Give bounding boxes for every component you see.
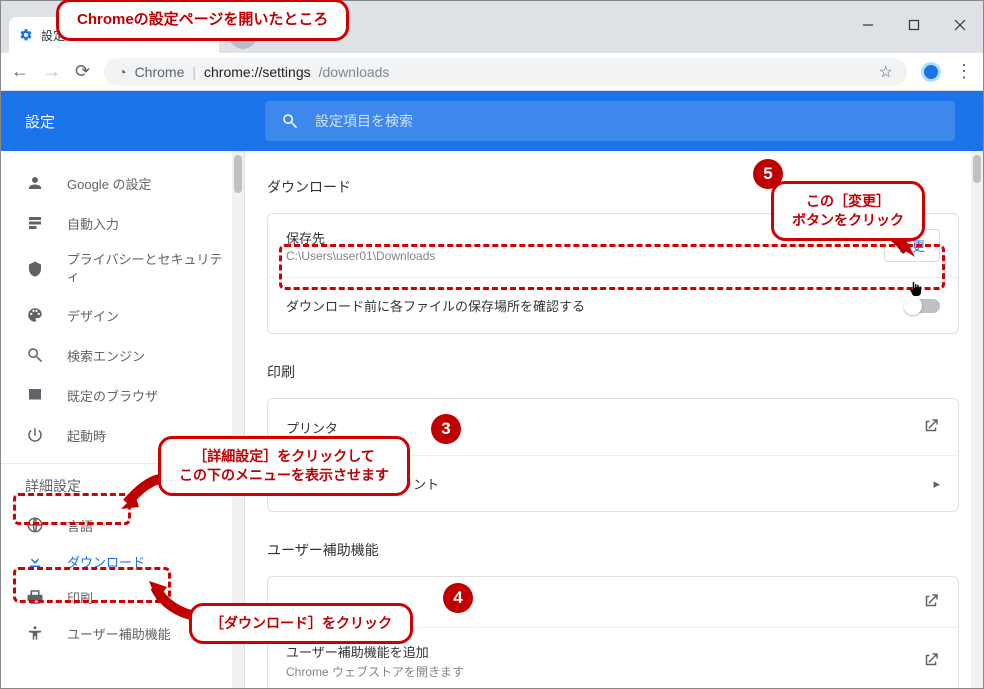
annotation-badge-3: 3	[431, 414, 461, 444]
search-placeholder: 設定項目を検索	[315, 111, 413, 131]
address-bar: ← → ⟳ ◔ Chrome | chrome://settings/downl…	[1, 53, 983, 91]
download-ask-label: ダウンロード前に各ファイルの保存場所を確認する	[286, 296, 585, 315]
nav-reload-button[interactable]: ⟳	[75, 61, 90, 82]
form-icon	[25, 213, 45, 233]
window-close-button[interactable]	[937, 9, 983, 41]
cursor-hand-icon	[906, 279, 924, 304]
a11y-section-title: ユーザー補助機能	[267, 540, 959, 560]
browser-icon	[25, 385, 45, 405]
window-minimize-button[interactable]	[845, 9, 891, 41]
settings-header: 設定 設定項目を検索	[1, 91, 983, 151]
chevron-right-icon: ▸	[933, 476, 940, 492]
sidebar-item-autofill[interactable]: 自動入力	[1, 203, 233, 243]
external-link-icon	[922, 651, 940, 672]
site-info-icon[interactable]: ◔	[118, 64, 126, 80]
browser-menu-button[interactable]: ⋮	[955, 61, 973, 82]
power-icon	[25, 425, 45, 445]
download-ask-row: ダウンロード前に各ファイルの保存場所を確認する	[268, 277, 958, 333]
accessibility-icon	[25, 623, 45, 643]
sidebar-item-google[interactable]: Google の設定	[1, 163, 233, 203]
globe-icon	[25, 515, 45, 535]
nav-back-button[interactable]: ←	[11, 61, 29, 82]
window-maximize-button[interactable]	[891, 9, 937, 41]
sidebar-item-downloads[interactable]: ダウンロード	[1, 543, 233, 579]
main-scrollbar-thumb[interactable]	[973, 155, 981, 183]
bookmark-star-icon[interactable]: ☆	[879, 62, 893, 82]
sidebar-item-default-browser[interactable]: 既定のブラウザ	[1, 375, 233, 415]
window-controls	[845, 9, 983, 41]
annotation-callout-5: この［変更］ ボタンをクリック	[771, 181, 925, 241]
settings-search-input[interactable]: 設定項目を検索	[265, 101, 955, 141]
page-title: 設定	[25, 111, 55, 132]
main-scrollbar-track[interactable]	[971, 151, 983, 688]
url-main: chrome://settings	[204, 64, 311, 80]
annotation-badge-4: 4	[443, 583, 473, 613]
annotation-callout-4: ［ダウンロード］をクリック	[189, 603, 413, 644]
gear-icon	[19, 28, 33, 42]
printer-icon	[25, 587, 45, 607]
download-location-label: 保存先	[286, 228, 435, 247]
url-path: /downloads	[319, 64, 390, 80]
annotation-callout-3: ［詳細設定］をクリックして この下のメニューを表示させます	[158, 436, 410, 496]
person-icon	[25, 173, 45, 193]
external-link-icon	[922, 417, 940, 438]
sidebar-scrollbar-thumb[interactable]	[234, 155, 242, 193]
download-icon	[25, 551, 45, 571]
magnifier-icon	[25, 345, 45, 365]
sidebar-item-language[interactable]: 言語	[1, 507, 233, 543]
shield-icon	[25, 259, 45, 279]
sidebar-item-search[interactable]: 検索エンジン	[1, 335, 233, 375]
annotation-callout-top: Chromeの設定ページを開いたところ	[56, 0, 349, 41]
external-link-icon	[922, 592, 940, 613]
extension-icon[interactable]	[921, 62, 941, 82]
omnibox[interactable]: ◔ Chrome | chrome://settings/downloads ☆	[104, 58, 907, 86]
nav-forward-button[interactable]: →	[43, 61, 61, 82]
secure-label: Chrome	[135, 64, 185, 80]
palette-icon	[25, 305, 45, 325]
sidebar-item-appearance[interactable]: デザイン	[1, 295, 233, 335]
annotation-badge-5: 5	[753, 159, 783, 189]
download-location-value: C:\Users\user01\Downloads	[286, 249, 435, 263]
search-icon	[281, 112, 299, 130]
sidebar-item-privacy[interactable]: プライバシーとセキュリティ	[1, 243, 233, 295]
print-section-title: 印刷	[267, 362, 959, 382]
